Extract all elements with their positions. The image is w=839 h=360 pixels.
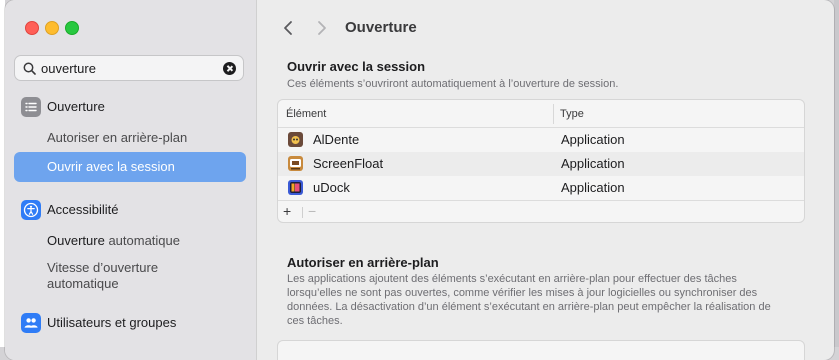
minimize-window-button[interactable] [45, 21, 59, 35]
search-input[interactable]: ouverture [41, 61, 96, 76]
table-row[interactable]: ScreenFloat Application [278, 152, 804, 176]
sidebar: ouverture Ouverture Autoriser en arrière… [5, 0, 257, 360]
section-description-login: Ces éléments s’ouvriront automatiquement… [287, 78, 619, 90]
aldente-app-icon [288, 132, 303, 147]
sidebar-item-label: Utilisateurs et groupes [47, 315, 177, 330]
column-header-type[interactable]: Type [560, 108, 584, 120]
remove-item-button[interactable]: − [308, 203, 316, 219]
row-type: Application [561, 156, 625, 171]
section-title-login: Ouvrir avec la session [287, 59, 426, 74]
row-type: Application [561, 180, 625, 195]
table-row[interactable]: AlDente Application [278, 128, 804, 152]
screenfloat-app-icon [288, 156, 303, 171]
sidebar-subitem-vitesse-ouverture[interactable]: Vitesse d’ouverture automatique [47, 260, 207, 292]
login-items-table: Élément Type AlDente Application ScreenF… [277, 99, 805, 223]
forward-chevron-icon[interactable] [313, 18, 331, 38]
section-title-background: Autoriser en arrière-plan [287, 255, 439, 270]
users-icon [21, 313, 41, 333]
sidebar-subitem-autoriser-arriere-plan[interactable]: Autoriser en arrière-plan [47, 130, 187, 145]
udock-app-icon [288, 180, 303, 195]
sidebar-item-label: Ouverture [47, 99, 105, 114]
zoom-window-button[interactable] [65, 21, 79, 35]
back-chevron-icon[interactable] [279, 18, 297, 38]
search-match-highlight: Ouverture [47, 233, 105, 248]
button-separator [302, 207, 303, 218]
desktop-background-right [834, 0, 839, 347]
row-name: uDock [313, 180, 350, 195]
row-name: AlDente [313, 132, 360, 147]
search-icon [23, 62, 36, 75]
sidebar-subitem-label: Ouvrir avec la session [47, 159, 175, 174]
table-row[interactable]: uDock Application [278, 176, 804, 200]
sidebar-subitem-ouverture-automatique[interactable]: Ouverture automatique [47, 233, 180, 248]
list-icon [21, 97, 41, 117]
row-name: ScreenFloat [313, 156, 384, 171]
sidebar-subitem-label: automatique [108, 233, 180, 248]
add-item-button[interactable]: + [283, 203, 291, 219]
clear-search-icon[interactable] [223, 62, 236, 75]
sidebar-subitem-ouvrir-avec-session[interactable]: Ouvrir avec la session [14, 152, 246, 182]
background-items-list [277, 340, 805, 360]
column-header-element[interactable]: Élément [286, 108, 326, 120]
close-window-button[interactable] [25, 21, 39, 35]
sidebar-item-label: Accessibilité [47, 202, 119, 217]
column-divider [553, 104, 554, 124]
settings-window: ouverture Ouverture Autoriser en arrière… [5, 0, 834, 360]
table-footer: + − [278, 200, 804, 222]
main-pane: Ouverture Ouvrir avec la session Ces élé… [257, 0, 834, 360]
search-field[interactable]: ouverture [14, 55, 244, 81]
accessibility-icon [21, 200, 41, 220]
section-description-background: Les applications ajoutent des éléments s… [287, 273, 771, 327]
page-title: Ouverture [345, 19, 417, 36]
row-type: Application [561, 132, 625, 147]
